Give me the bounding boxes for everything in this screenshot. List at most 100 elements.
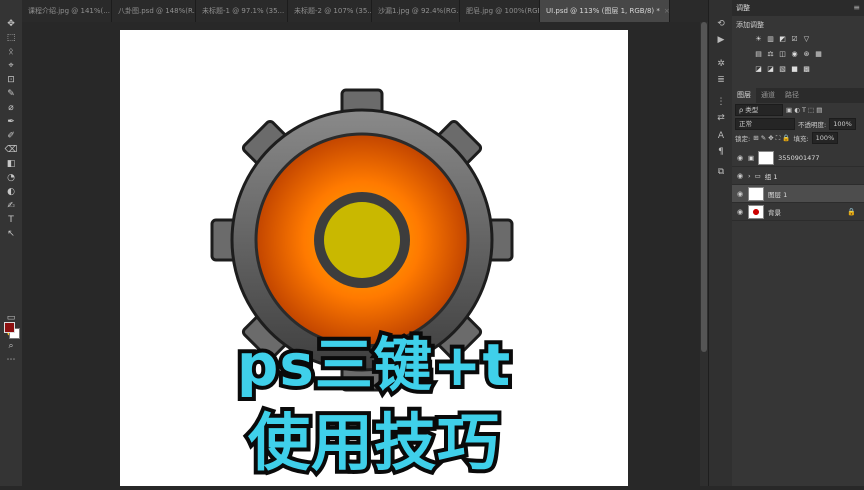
tool-icon[interactable]: ◐ (4, 186, 18, 198)
adjustment-icon[interactable]: ◪ (766, 65, 775, 74)
play-icon[interactable]: ▶ (715, 34, 727, 46)
opacity-input[interactable]: 100% (829, 118, 856, 130)
tool-icon[interactable]: ⌖ (4, 60, 18, 72)
tool-icon[interactable]: ⌀ (4, 102, 18, 114)
layers-panel: 图层 通道 路径 ρ 类型 ▣ ◐ T ⬚ ▤ 正常 不透明度: 100% 锁定: … (732, 88, 864, 221)
tab-label: 肥皂.jpg @ 100%(RGB... (466, 7, 539, 15)
layer-thumbnail (748, 186, 764, 201)
chevron-right-icon[interactable]: › (748, 172, 751, 180)
overlay-line-1: ps三键+t (233, 327, 514, 403)
layer-name: 组 1 (764, 172, 778, 181)
brush-settings-icon[interactable]: ✲ (715, 58, 727, 70)
foreground-color-swatch[interactable] (4, 322, 15, 333)
panel-menu-icon[interactable]: ≡ (853, 0, 860, 16)
document-canvas[interactable]: ps三键+t 使用技巧 (120, 30, 628, 486)
adjustment-icon[interactable]: ▽ (802, 35, 811, 44)
document-tab[interactable]: UI.psd @ 113% (图层 1, RGB/8) * × (540, 0, 670, 22)
blend-mode-select[interactable]: 正常 (735, 118, 795, 130)
adjustment-icon[interactable]: ⚖ (766, 50, 775, 59)
tool-icon[interactable]: ᛟ (4, 46, 18, 58)
tool-icon[interactable]: ✎ (4, 88, 18, 100)
tool-icon[interactable]: ◔ (4, 172, 18, 184)
tool-icon[interactable]: ◧ (4, 158, 18, 170)
adjustment-icon[interactable]: ◪ (754, 65, 763, 74)
adjustment-icon[interactable]: ☑ (790, 35, 799, 44)
layer-row[interactable]: ◉ 图层 1 (732, 185, 864, 203)
tab-label: 未标题-2 @ 107% (35... (294, 7, 372, 15)
document-tab[interactable]: 八卦图.psd @ 148%(R...× (112, 0, 196, 22)
document-tab[interactable]: 未标题-2 @ 107% (35...× (288, 0, 372, 22)
layer-row[interactable]: ◉ 背景 🔒 (732, 203, 864, 221)
visibility-eye-icon[interactable]: ◉ (736, 154, 744, 162)
tab-label: 未标题-1 @ 97.1% (35... (202, 7, 285, 15)
tool-icon[interactable]: ⌕ (4, 340, 18, 352)
canvas-area[interactable]: ps三键+t 使用技巧 (22, 22, 708, 486)
layers-tab[interactable]: 路径 (780, 88, 804, 103)
adjustment-icon[interactable]: ☀ (754, 35, 763, 44)
document-tab[interactable]: 课程介绍.jpg @ 141%(...× (22, 0, 112, 22)
layers-tab[interactable]: 图层 (732, 88, 756, 103)
layer-row[interactable]: ◉ › ▭ 组 1 (732, 167, 864, 185)
adjustment-icon[interactable]: ◉ (790, 50, 799, 59)
fill-label: 填充: (793, 135, 809, 143)
lock-icon: 🔒 (847, 207, 856, 216)
paragraph-icon[interactable]: ¶ (715, 146, 727, 158)
lock-label: 锁定: (735, 135, 751, 143)
tool-icon[interactable]: ✥ (4, 18, 18, 30)
tools-panel: ✥⬚ᛟ⌖⊡✎⌀✒✐⌫◧◔◐✍T↖▭✋⌕⋯ (0, 0, 23, 486)
close-icon[interactable]: × (664, 7, 669, 15)
tool-icon[interactable]: ⋯ (4, 354, 18, 366)
adjustment-icon[interactable]: ■ (790, 65, 799, 74)
tool-icon[interactable]: ⬚ (4, 32, 18, 44)
clone-source-icon[interactable]: ≣ (715, 74, 727, 86)
layer-name: 图层 1 (768, 190, 788, 199)
document-tabs: 课程介绍.jpg @ 141%(...×八卦图.psd @ 148%(R...×… (22, 0, 708, 23)
fill-input[interactable]: 100% (811, 132, 839, 144)
right-panels: 调整 ≡ 添加调整 ☀ ▥ ◩ ☑ ▽ ▤ ⚖ ◫ ◉ ⊛ ▦ ◪ ◪ ▧ ■ ▩ 图层 通道 路径 ρ 类型… (732, 0, 864, 486)
tab-label: UI.psd @ 113% (图层 1, RGB/8) * (546, 7, 660, 15)
adjustments-title: 添加调整 (736, 21, 764, 29)
adjustment-icon[interactable]: ▤ (754, 50, 763, 59)
history-icon[interactable]: ⟲ (715, 18, 727, 30)
adjustment-icon[interactable]: ▥ (766, 35, 775, 44)
layer-row[interactable]: ◉ ▣ 3550901477 (732, 149, 864, 167)
visibility-eye-icon[interactable]: ◉ (736, 208, 744, 216)
lock-icons[interactable]: ⊞ ✎ ✥ ⛶ 🔒 (753, 134, 790, 143)
layer-filter-select[interactable]: ρ 类型 (735, 104, 783, 116)
document-tab[interactable]: 肥皂.jpg @ 100%(RGB...× (460, 0, 540, 22)
document-tab[interactable]: 沙漏1.jpg @ 92.4%(RG...× (372, 0, 460, 22)
libraries-icon[interactable]: ⧉ (715, 166, 727, 178)
visibility-eye-icon[interactable]: ◉ (736, 172, 744, 180)
tool-icon[interactable]: ✐ (4, 130, 18, 142)
layer-thumbnail (758, 150, 775, 165)
tool-icon[interactable]: ↖ (4, 228, 18, 240)
adjustment-icon[interactable]: ▩ (802, 65, 811, 74)
adjustment-icon[interactable]: ◫ (778, 50, 787, 59)
gear-yellow-center (324, 202, 400, 278)
tab-label: 八卦图.psd @ 148%(R... (118, 7, 196, 15)
tool-icon[interactable]: T (4, 214, 18, 226)
adjust-icon[interactable]: ⇄ (715, 112, 727, 124)
adjustments-tab[interactable]: 调整 (736, 4, 750, 12)
document-tab[interactable]: 未标题-1 @ 97.1% (35...× (196, 0, 288, 22)
tool-icon[interactable]: ⌫ (4, 144, 18, 156)
character-icon[interactable]: A (715, 130, 727, 142)
adjustments-header: 调整 ≡ (732, 0, 864, 16)
properties-icon[interactable]: ⋮ (715, 96, 727, 108)
overlay-line-2: 使用技巧 (244, 402, 503, 483)
adjustment-icon[interactable]: ▦ (814, 50, 823, 59)
tab-label: 沙漏1.jpg @ 92.4%(RG... (378, 7, 460, 15)
visibility-eye-icon[interactable]: ◉ (736, 190, 744, 198)
layers-tab[interactable]: 通道 (756, 88, 780, 103)
adjustment-icon[interactable]: ▧ (778, 65, 787, 74)
adjustment-layer-icon: ▣ (748, 153, 755, 162)
filter-icons[interactable]: ▣ ◐ T ⬚ ▤ (786, 106, 822, 114)
tool-icon[interactable]: ⊡ (4, 74, 18, 86)
tool-icon[interactable]: ✒ (4, 116, 18, 128)
opacity-label: 不透明度: (798, 121, 827, 129)
adjustment-icon[interactable]: ◩ (778, 35, 787, 44)
folder-icon: ▭ (754, 171, 761, 180)
adjustment-icon[interactable]: ⊛ (802, 50, 811, 59)
vertical-scrollbar[interactable] (700, 22, 708, 486)
tool-icon[interactable]: ✍ (4, 200, 18, 212)
